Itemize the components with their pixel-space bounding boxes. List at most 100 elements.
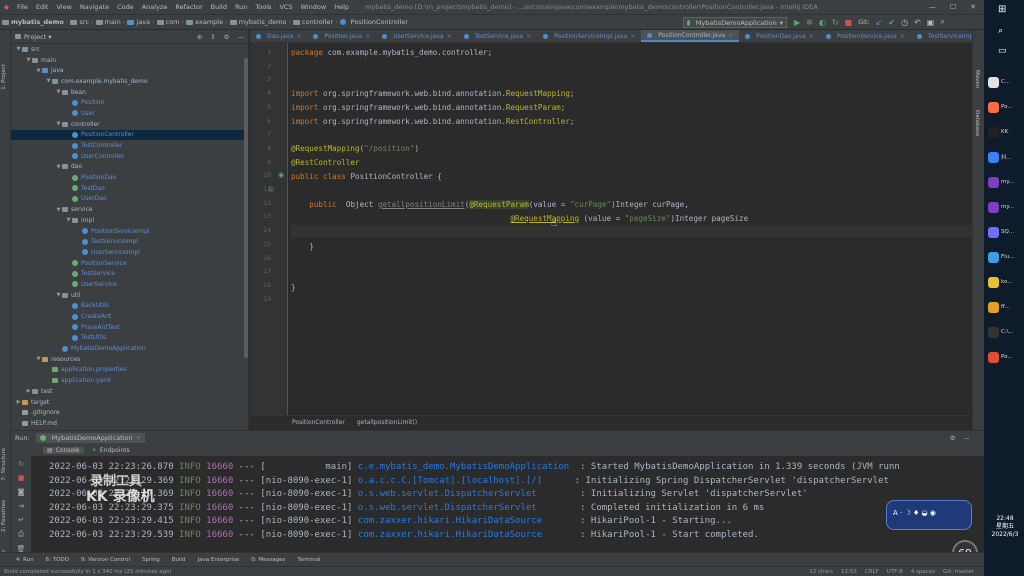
console-tab[interactable]: ▤ Console [43, 446, 84, 454]
line-number[interactable]: 6 [267, 117, 271, 125]
line-number[interactable]: 15 [263, 240, 271, 248]
hide-icon[interactable]: — [238, 33, 245, 41]
history-icon[interactable]: ◷ [901, 18, 908, 27]
tree-item[interactable]: ▼ com.example.mybatis_demo [11, 76, 248, 87]
windows-start-icon[interactable]: ⊞ [998, 4, 1006, 15]
tree-item[interactable]: ▼ src [11, 44, 248, 55]
git-commit-icon[interactable]: ✔ [888, 18, 895, 27]
line-number[interactable]: 3 [267, 75, 271, 83]
menu-vcs[interactable]: VCS [275, 3, 296, 11]
crumb-mybatis-demo[interactable]: mybatis_demo [228, 18, 289, 26]
structure-tool-tab[interactable]: 7: Structure [1, 448, 7, 481]
tool-messages[interactable]: 0: Messages [251, 557, 285, 563]
line-number[interactable]: 17 [263, 267, 271, 275]
line-number[interactable]: 8 [267, 144, 271, 152]
tree-item[interactable]: CreateAnt [11, 311, 248, 322]
status-indent[interactable]: 4 spaces [911, 569, 935, 575]
line-number[interactable]: 13 [263, 212, 271, 220]
hide-icon[interactable]: — [964, 434, 971, 442]
rerun-icon[interactable]: ↻ [18, 460, 24, 468]
tree-item[interactable]: application.yaml [11, 375, 248, 386]
chevron-down-icon[interactable]: ▼ [15, 46, 22, 52]
tree-item[interactable]: UserController [11, 151, 248, 162]
line-number[interactable]: 1 [267, 48, 271, 56]
tool-terminal[interactable]: Terminal [297, 557, 320, 563]
tree-item[interactable]: TestService [11, 268, 248, 279]
stop-icon[interactable]: ■ [18, 474, 25, 482]
close-tab-icon[interactable]: × [900, 33, 905, 40]
idea-logo-icon[interactable]: ◆ [0, 3, 13, 11]
tool-todo[interactable]: 6: TODO [46, 557, 69, 563]
editor-tab[interactable]: Position.java × [307, 30, 376, 42]
tree-item[interactable]: application.properties [11, 365, 248, 376]
menu-window[interactable]: Window [297, 3, 331, 11]
print-icon[interactable]: ⎙ [18, 530, 24, 539]
editor-tab[interactable]: PositionDao.java × [739, 30, 820, 42]
crumb-src[interactable]: src [68, 18, 91, 26]
tree-item[interactable]: ▼ resources [11, 354, 248, 365]
gear-icon[interactable]: ⚙ [950, 434, 956, 442]
tree-item[interactable]: UserDao [11, 194, 248, 205]
project-tool-tab[interactable]: 1: Project [1, 64, 7, 90]
run-config-select[interactable]: MybatisDemoApplication ▾ [683, 17, 787, 28]
close-tab-icon[interactable]: × [728, 32, 733, 39]
menu-build[interactable]: Build [207, 3, 231, 11]
tree-item[interactable]: PositionController [11, 129, 248, 141]
breadcrumb-class[interactable]: PositionController [292, 419, 345, 426]
line-number[interactable]: 10 [263, 171, 271, 179]
close-tab-icon[interactable]: × [809, 33, 814, 40]
tree-item[interactable]: PositionDao [11, 172, 248, 183]
close-tab-icon[interactable]: × [447, 33, 452, 40]
close-tab-icon[interactable]: × [296, 33, 301, 40]
close-icon[interactable]: ✕ [970, 3, 976, 11]
crumb-example[interactable]: example [184, 18, 225, 26]
menu-tools[interactable]: Tools [251, 3, 275, 11]
project-structure-icon[interactable]: ▣ [927, 18, 935, 27]
status-position[interactable]: 12:53 [841, 569, 857, 575]
tree-item[interactable]: ▼ bean [11, 87, 248, 98]
tree-item[interactable]: UserService [11, 279, 248, 290]
tree-item[interactable]: Position [11, 97, 248, 108]
menu-refactor[interactable]: Refactor [171, 3, 206, 11]
taskbar-app[interactable]: ff... [988, 297, 1022, 317]
revert-icon[interactable]: ↶ [914, 18, 921, 27]
tree-item[interactable]: User [11, 108, 248, 119]
gear-icon[interactable]: ⚙ [224, 33, 230, 41]
crumb-main[interactable]: main [94, 18, 123, 26]
tree-item[interactable]: ▼ controller [11, 119, 248, 130]
line-number[interactable]: 12 [263, 199, 271, 207]
tool-run[interactable]: 4: Run [16, 557, 34, 563]
tree-item[interactable]: BackUtils [11, 301, 248, 312]
crumb-com[interactable]: com [155, 18, 182, 26]
status-line-sep[interactable]: CRLF [865, 569, 879, 575]
chevron-down-icon[interactable]: ▼ [35, 356, 42, 362]
git-update-icon[interactable]: ↙ [876, 18, 883, 27]
chevron-down-icon[interactable]: ▼ [55, 164, 62, 170]
tree-item[interactable]: ▼ java [11, 65, 248, 76]
editor-tab[interactable]: PositionController.java × [641, 30, 740, 42]
taskbar-app[interactable]: ko... [988, 272, 1022, 292]
maximize-icon[interactable]: ☐ [950, 3, 956, 11]
taskbar-app[interactable]: Po... [988, 97, 1022, 117]
taskbar-app[interactable]: C:\... [988, 322, 1022, 342]
taskbar-app[interactable]: my... [988, 197, 1022, 217]
run-config-tab[interactable]: MybatisDemoApplication ✕ [35, 432, 146, 443]
tree-item[interactable]: TestController [11, 140, 248, 151]
menu-view[interactable]: View [52, 3, 75, 11]
taskbar-app[interactable]: my... [988, 172, 1022, 192]
line-number[interactable]: 4 [267, 89, 271, 97]
tree-item[interactable]: .gitignore [11, 407, 248, 418]
line-number[interactable]: 7 [267, 130, 271, 138]
maven-tool-tab[interactable]: Maven [974, 70, 980, 88]
tree-item[interactable]: TestUtils [11, 333, 248, 344]
wrap-icon[interactable]: ↵ [18, 516, 24, 524]
crumb-class[interactable]: PositionController [338, 18, 410, 26]
taskbar-app[interactable]: KK [988, 122, 1022, 142]
chevron-down-icon[interactable]: ▼ [55, 207, 62, 213]
spring-bean-icon[interactable]: ◉ [278, 171, 284, 179]
project-panel-title[interactable]: Project [24, 33, 46, 41]
crumb-controller[interactable]: controller [291, 18, 335, 26]
menu-file[interactable]: File [13, 3, 32, 11]
line-number[interactable]: 16 [263, 254, 271, 262]
chevron-right-icon[interactable]: ▶ [15, 399, 22, 405]
